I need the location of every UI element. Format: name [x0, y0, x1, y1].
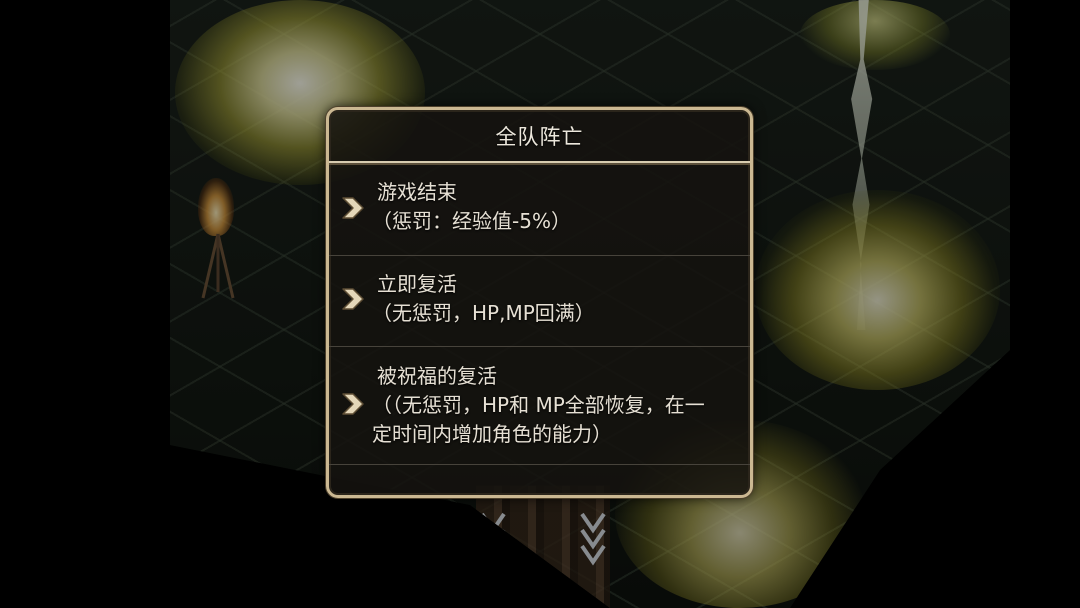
option-label: 被祝福的复活: [377, 364, 497, 388]
chevron-right-icon: [341, 287, 365, 311]
option-detail: （（无惩罚，HP和 MP全部恢复，在一: [372, 393, 705, 417]
option-label: 立即复活: [377, 272, 457, 296]
option-detail: （无惩罚，HP,MP回满）: [372, 301, 595, 325]
chevron-right-icon: [341, 196, 365, 220]
option-detail: （惩罚：经验值-5%）: [372, 209, 571, 233]
option-revive-now[interactable]: 立即复活 （无惩罚，HP,MP回满）: [329, 256, 750, 347]
dialog-title: 全队阵亡: [495, 125, 584, 149]
option-label: 游戏结束: [377, 180, 457, 204]
option-game-over[interactable]: 游戏结束 （惩罚：经验值-5%）: [329, 165, 750, 256]
option-blessed-revive[interactable]: 被祝福的复活 （（无惩罚，HP和 MP全部恢复，在一 定时间内增加角色的能力）: [329, 347, 750, 465]
party-defeated-dialog: 全队阵亡 游戏结束 （惩罚：经验值-5%） 立即复活 （无惩罚，HP,MP回满）…: [326, 107, 753, 498]
empty-option-row: [329, 465, 750, 495]
chevron-right-icon: [341, 392, 365, 416]
option-detail: 定时间内增加角色的能力）: [372, 422, 612, 446]
